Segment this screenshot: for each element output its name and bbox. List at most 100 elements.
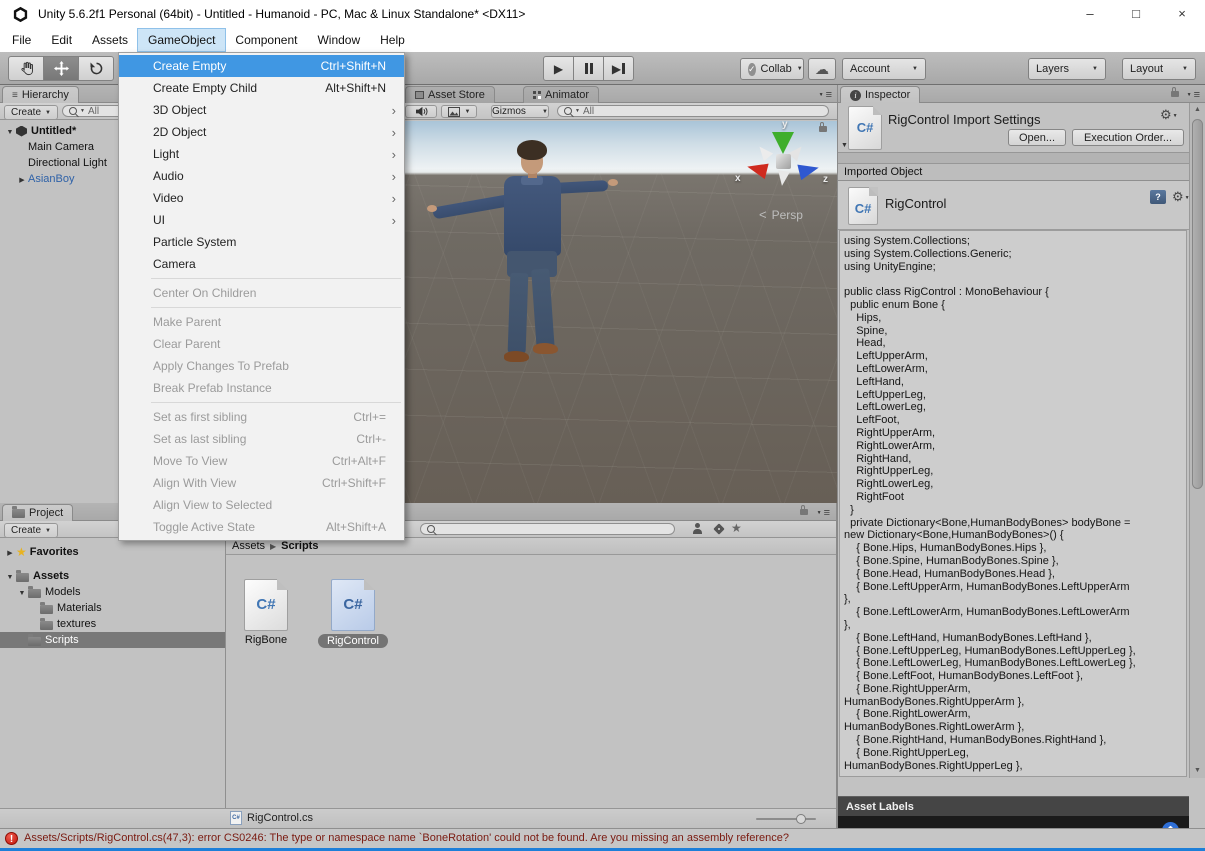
menu-item-break-prefab-instance[interactable]: Break Prefab Instance xyxy=(119,377,404,399)
menu-item-set-as-first-sibling[interactable]: Set as first siblingCtrl+= xyxy=(119,406,404,428)
project-item-textures[interactable]: textures xyxy=(0,616,225,632)
project-item-scripts[interactable]: Scripts xyxy=(0,632,225,648)
menu-item-video[interactable]: Video› xyxy=(119,187,404,209)
tab-asset-store[interactable]: Asset Store xyxy=(405,86,495,103)
menu-item-particle-system[interactable]: Particle System xyxy=(119,231,404,253)
foldout-icon[interactable] xyxy=(16,173,28,185)
thumbnail-size-slider[interactable] xyxy=(756,818,816,820)
project-create-button[interactable]: Create▼ xyxy=(4,523,58,538)
hand-tool-button[interactable] xyxy=(8,56,44,81)
menu-item-camera[interactable]: Camera xyxy=(119,253,404,275)
breadcrumb-root[interactable]: Assets xyxy=(232,540,265,552)
inspector-scrollbar[interactable]: ▲ ▼ xyxy=(1189,103,1205,778)
scene-search-input[interactable]: ▼ All xyxy=(557,105,829,117)
foldout-icon[interactable] xyxy=(4,546,16,558)
project-item-materials[interactable]: Materials xyxy=(0,600,225,616)
foldout-icon[interactable] xyxy=(4,125,16,137)
file-name-label: RigBone xyxy=(245,634,287,646)
execution-order-button[interactable]: Execution Order... xyxy=(1072,129,1184,146)
project-item-favorites[interactable]: Favorites xyxy=(0,544,225,560)
foldout-icon[interactable] xyxy=(16,586,28,598)
chevron-down-icon: ▼ xyxy=(45,528,51,534)
panel-menu-icon[interactable]: ▼≡ xyxy=(817,508,830,519)
layout-dropdown[interactable]: Layout ▼ xyxy=(1122,58,1196,80)
slider-thumb[interactable] xyxy=(796,814,806,824)
menu-item-create-empty-child[interactable]: Create Empty ChildAlt+Shift+N xyxy=(119,77,404,99)
menu-item-apply-changes-to-prefab[interactable]: Apply Changes To Prefab xyxy=(119,355,404,377)
menu-item-create-empty[interactable]: Create EmptyCtrl+Shift+N xyxy=(119,55,404,77)
account-dropdown[interactable]: Account ▼ xyxy=(842,58,926,80)
favorites-filter-icon[interactable] xyxy=(731,521,745,533)
project-file-rigcontrol[interactable]: RigControl xyxy=(318,579,388,648)
project-item-assets[interactable]: Assets xyxy=(0,568,225,584)
perspective-toggle[interactable]: Persp xyxy=(759,207,803,222)
menu-item-label: Set as last sibling xyxy=(153,432,246,446)
open-button[interactable]: Open... xyxy=(1008,129,1066,146)
scene-audio-button[interactable] xyxy=(405,105,437,118)
tab-animator[interactable]: Animator xyxy=(523,86,599,103)
scroll-up-icon[interactable]: ▲ xyxy=(1190,103,1205,117)
menu-item-move-to-view[interactable]: Move To ViewCtrl+Alt+F xyxy=(119,450,404,472)
cloud-button[interactable]: ☁ xyxy=(808,58,836,80)
menu-item-set-as-last-sibling[interactable]: Set as last siblingCtrl+- xyxy=(119,428,404,450)
menu-item-2d-object[interactable]: 2D Object› xyxy=(119,121,404,143)
gizmos-dropdown[interactable]: Gizmos ▼ xyxy=(491,105,549,118)
panel-menu-icon[interactable]: ▼≡ xyxy=(819,90,832,101)
menu-separator xyxy=(151,307,401,308)
chevron-down-icon: ▼ xyxy=(1092,66,1098,72)
menu-item-light[interactable]: Light› xyxy=(119,143,404,165)
move-tool-button[interactable] xyxy=(43,56,79,81)
breadcrumb-current[interactable]: Scripts xyxy=(281,540,318,552)
gear-icon[interactable]: ▼ xyxy=(1160,108,1178,121)
scene-effects-button[interactable]: ▼ xyxy=(441,105,477,118)
label-filter-icon[interactable] xyxy=(712,523,726,535)
info-icon: i xyxy=(850,90,861,101)
menu-assets[interactable]: Assets xyxy=(82,29,138,51)
tab-inspector[interactable]: i Inspector xyxy=(840,86,920,103)
scrollbar-thumb[interactable] xyxy=(1192,119,1203,489)
panel-menu-icon[interactable]: ▼≡ xyxy=(1187,90,1200,101)
project-search-input[interactable] xyxy=(420,523,675,535)
menu-item-audio[interactable]: Audio› xyxy=(119,165,404,187)
menu-item-3d-object[interactable]: 3D Object› xyxy=(119,99,404,121)
menu-component[interactable]: Component xyxy=(225,29,307,51)
menu-item-ui[interactable]: UI› xyxy=(119,209,404,231)
submenu-arrow-icon: › xyxy=(392,169,396,184)
pause-button[interactable] xyxy=(573,56,604,81)
maximize-button[interactable]: □ xyxy=(1113,0,1159,28)
menu-file[interactable]: File xyxy=(2,29,41,51)
menu-edit[interactable]: Edit xyxy=(41,29,82,51)
scroll-down-icon[interactable]: ▼ xyxy=(1190,764,1205,778)
gear-icon[interactable]: ▼ xyxy=(1172,190,1190,203)
foldout-icon[interactable] xyxy=(4,570,16,582)
tab-hierarchy[interactable]: ≡ Hierarchy xyxy=(2,86,79,103)
project-file-rigbone[interactable]: RigBone xyxy=(244,579,288,646)
menu-item-align-with-view[interactable]: Align With ViewCtrl+Shift+F xyxy=(119,472,404,494)
gizmo-center-cube[interactable] xyxy=(776,154,791,169)
gizmo-y-axis-cone[interactable] xyxy=(772,132,794,154)
menu-item-clear-parent[interactable]: Clear Parent xyxy=(119,333,404,355)
lock-icon[interactable] xyxy=(1171,91,1179,97)
menu-item-toggle-active-state[interactable]: Toggle Active StateAlt+Shift+A xyxy=(119,516,404,538)
project-item-models[interactable]: Models xyxy=(0,584,225,600)
collab-dropdown[interactable]: ✓ Collab ▼ xyxy=(740,58,804,80)
foldout-icon[interactable] xyxy=(841,136,848,150)
rotate-tool-button[interactable] xyxy=(78,56,114,81)
menu-item-make-parent[interactable]: Make Parent xyxy=(119,311,404,333)
collab-filter-icon[interactable] xyxy=(691,523,705,535)
play-button[interactable]: ▶ xyxy=(543,56,574,81)
status-bar[interactable]: ! Assets/Scripts/RigControl.cs(47,3): er… xyxy=(0,828,1205,848)
menu-help[interactable]: Help xyxy=(370,29,415,51)
hierarchy-create-button[interactable]: Create▼ xyxy=(4,105,58,120)
menu-gameobject[interactable]: GameObject xyxy=(138,29,225,51)
layers-dropdown[interactable]: Layers ▼ xyxy=(1028,58,1106,80)
menu-item-center-on-children[interactable]: Center On Children xyxy=(119,282,404,304)
close-button[interactable]: × xyxy=(1159,0,1205,28)
menu-window[interactable]: Window xyxy=(307,29,370,51)
help-book-icon[interactable]: ? xyxy=(1150,190,1166,204)
menu-item-align-view-to-selected[interactable]: Align View to Selected xyxy=(119,494,404,516)
minimize-button[interactable]: – xyxy=(1067,0,1113,28)
lock-icon[interactable] xyxy=(800,509,808,515)
tab-project[interactable]: Project xyxy=(2,504,73,521)
step-button[interactable]: ▶ xyxy=(603,56,634,81)
